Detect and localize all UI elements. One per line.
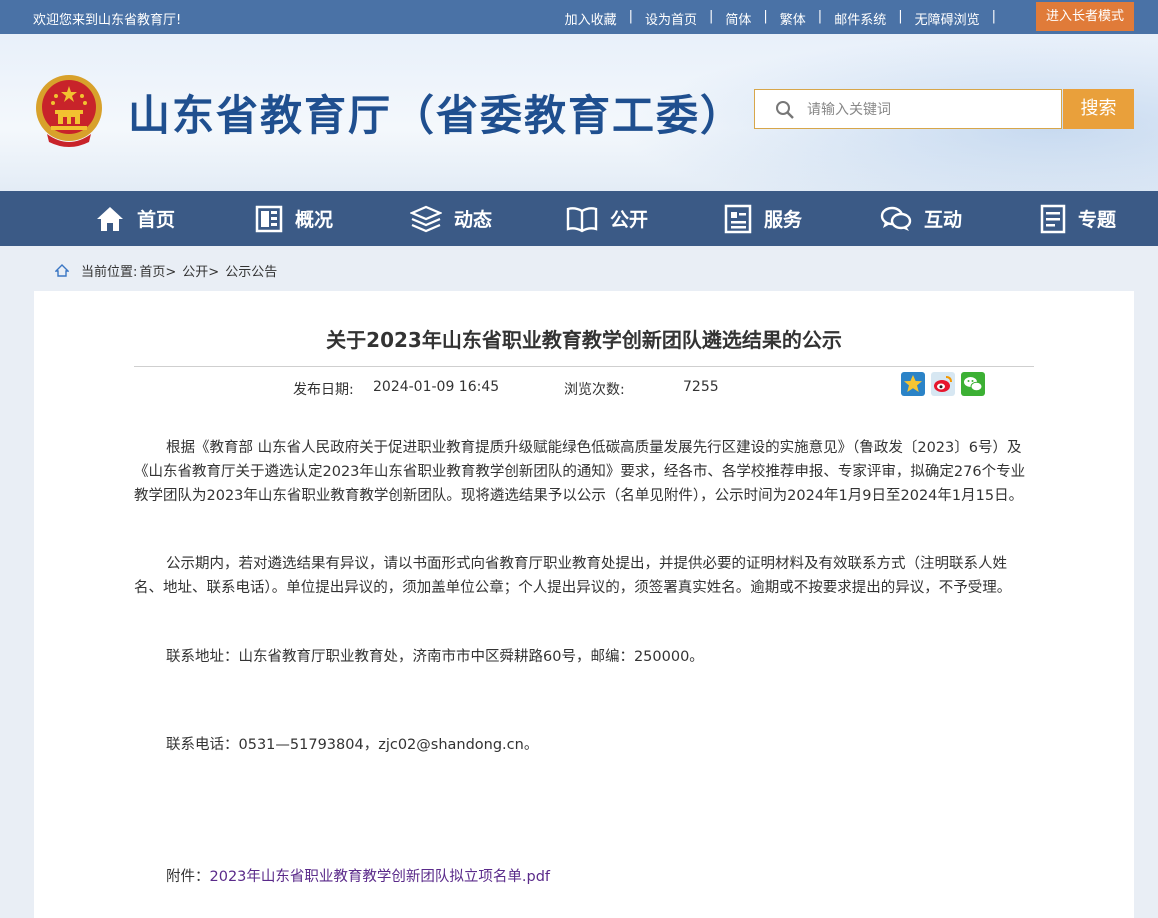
contact-phone: 联系电话：0531—51793804，zjc02@shandong.cn。 bbox=[166, 737, 539, 753]
separator: | bbox=[708, 9, 714, 24]
nav-label: 服务 bbox=[764, 209, 803, 231]
home-icon bbox=[55, 264, 69, 277]
simplified-link[interactable]: 简体 bbox=[725, 9, 751, 28]
top-links: 加入收藏 | 设为首页 | 简体 | 繁体 | 邮件系统 | 无障碍浏览 | bbox=[565, 9, 1008, 28]
views-label: 浏览次数: bbox=[564, 382, 625, 398]
separator: | bbox=[991, 9, 996, 24]
article-title: 关于2023年山东省职业教育教学创新团队遴选结果的公示 bbox=[326, 328, 842, 352]
main-nav: 首页 概况 动态 公开 服务 互动 专题 bbox=[0, 191, 1158, 246]
separator: | bbox=[628, 9, 633, 24]
date-label: 发布日期: bbox=[293, 382, 354, 398]
welcome-text: 欢迎您来到山东省教育厅! bbox=[33, 13, 182, 28]
open-book-icon bbox=[566, 206, 598, 232]
mail-system-link[interactable]: 邮件系统 bbox=[834, 9, 886, 28]
qzone-share-icon[interactable] bbox=[901, 372, 925, 396]
service-doc-icon bbox=[724, 204, 752, 233]
article-content: 关于2023年山东省职业教育教学创新团队遴选结果的公示 发布日期: 2024-0… bbox=[34, 291, 1134, 918]
chat-bubbles-icon bbox=[880, 206, 912, 231]
nav-label: 动态 bbox=[454, 209, 493, 231]
accessibility-link[interactable]: 无障碍浏览 bbox=[915, 9, 980, 28]
wechat-share-icon[interactable] bbox=[961, 372, 985, 396]
nav-label: 概况 bbox=[295, 209, 334, 231]
add-favorite-link[interactable]: 加入收藏 bbox=[565, 9, 617, 28]
news-stack-icon bbox=[410, 205, 442, 232]
search-button[interactable]: 搜索 bbox=[1063, 89, 1134, 129]
site-header: 山东省教育厅（省委教育工委） 搜索 bbox=[0, 34, 1158, 191]
breadcrumb: 当前位置: 首页> 公开> 公示公告 bbox=[55, 261, 277, 280]
nav-item-public[interactable]: 公开 bbox=[566, 191, 648, 246]
top-bar: 欢迎您来到山东省教育厅! 加入收藏 | 设为首页 | 简体 | 繁体 | 邮件系… bbox=[0, 0, 1158, 34]
nav-item-overview[interactable]: 概况 bbox=[255, 191, 333, 246]
attachment-label: 附件： bbox=[166, 869, 210, 885]
nav-label: 首页 bbox=[137, 209, 176, 231]
contact-address: 联系地址：山东省教育厅职业教育处，济南市市中区舜耕路60号，邮编：250000。 bbox=[166, 649, 704, 665]
article-paragraph: 公示期内，若对遴选结果有异议，请以书面形式向省教育厅职业教育处提出，并提供必要的… bbox=[134, 556, 1012, 596]
nav-item-topics[interactable]: 专题 bbox=[1040, 191, 1116, 246]
nav-label: 专题 bbox=[1078, 209, 1117, 231]
overview-icon bbox=[255, 205, 283, 232]
national-emblem-icon bbox=[36, 75, 102, 147]
set-homepage-link[interactable]: 设为首页 bbox=[645, 9, 697, 28]
nav-item-service[interactable]: 服务 bbox=[724, 191, 802, 246]
nav-item-interact[interactable]: 互动 bbox=[880, 191, 962, 246]
nav-item-news[interactable]: 动态 bbox=[410, 191, 492, 246]
separator: | bbox=[817, 9, 823, 24]
attachment-line: 附件：2023年山东省职业教育教学创新团队拟立项名单.pdf bbox=[134, 865, 1034, 889]
title-divider bbox=[134, 366, 1034, 367]
search-icon bbox=[776, 101, 794, 119]
nav-label: 互动 bbox=[924, 209, 963, 231]
search-box[interactable] bbox=[754, 89, 1062, 129]
view-count: 7255 bbox=[683, 379, 719, 395]
separator: | bbox=[898, 9, 903, 24]
traditional-link[interactable]: 繁体 bbox=[780, 9, 806, 28]
search-input[interactable] bbox=[805, 98, 1049, 122]
breadcrumb-home[interactable]: 首页> bbox=[139, 261, 176, 280]
weibo-share-icon[interactable] bbox=[931, 372, 955, 396]
share-icons bbox=[901, 372, 991, 396]
site-title: 山东省教育厅（省委教育工委） bbox=[128, 91, 745, 140]
breadcrumb-prefix: 当前位置: bbox=[81, 265, 138, 280]
separator: | bbox=[763, 9, 768, 24]
article-paragraph: 根据《教育部 山东省人民政府关于促进职业教育提质升级赋能绿色低碳高质量发展先行区… bbox=[134, 440, 1026, 504]
publish-date: 2024-01-09 16:45 bbox=[373, 379, 500, 395]
attachment-link[interactable]: 2023年山东省职业教育教学创新团队拟立项名单.pdf bbox=[210, 869, 551, 885]
elder-mode-button[interactable]: 进入长者模式 bbox=[1036, 2, 1134, 31]
nav-label: 公开 bbox=[610, 209, 649, 231]
topic-list-icon bbox=[1040, 204, 1066, 233]
nav-item-home[interactable]: 首页 bbox=[95, 191, 175, 246]
breadcrumb-public[interactable]: 公开> bbox=[182, 261, 219, 280]
home-icon bbox=[97, 206, 123, 231]
breadcrumb-notices[interactable]: 公示公告 bbox=[225, 261, 277, 280]
